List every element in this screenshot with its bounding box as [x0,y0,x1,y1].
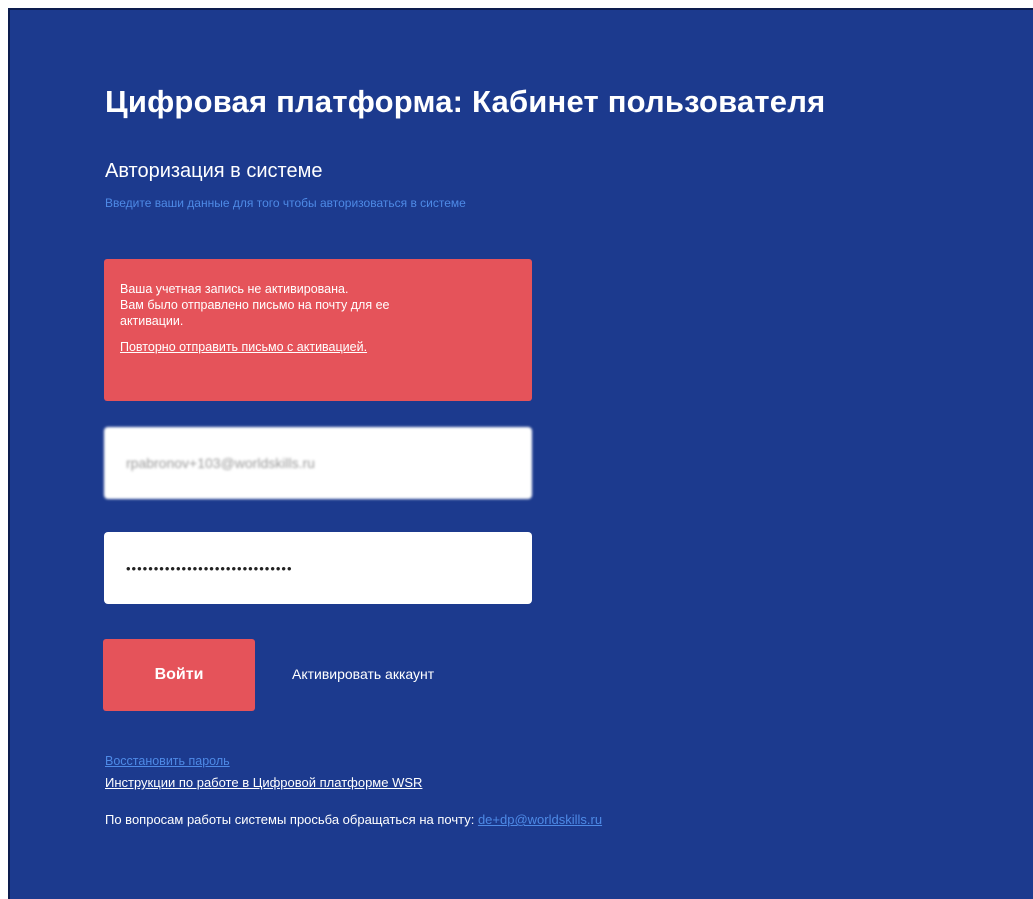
resend-activation-link[interactable]: Повторно отправить письмо с активацией. [120,339,367,355]
login-panel: Цифровая платформа: Кабинет пользователя… [8,8,1033,899]
contact-line: По вопросам работы системы просьба обращ… [105,812,602,827]
auth-heading: Авторизация в системе [105,160,323,182]
page-title: Цифровая платформа: Кабинет пользователя [105,84,826,119]
auth-description: Введите ваши данные для того чтобы автор… [105,196,466,210]
email-field[interactable] [104,427,532,499]
alert-line: Вам было отправлено письмо на почту для … [120,298,390,312]
activation-alert: Ваша учетная запись не активирована. Вам… [104,259,532,401]
restore-password-link[interactable]: Восстановить пароль [105,754,230,768]
instructions-link[interactable]: Инструкции по работе в Цифровой платформ… [105,775,422,790]
contact-text: По вопросам работы системы просьба обращ… [105,812,478,827]
login-button[interactable]: Войти [103,639,255,711]
alert-line: Ваша учетная запись не активирована. [120,282,349,296]
password-field[interactable] [104,532,532,604]
alert-line: активации. [120,314,184,328]
support-email-link[interactable]: de+dp@worldskills.ru [478,812,602,827]
activate-account-link[interactable]: Активировать аккаунт [292,666,434,682]
